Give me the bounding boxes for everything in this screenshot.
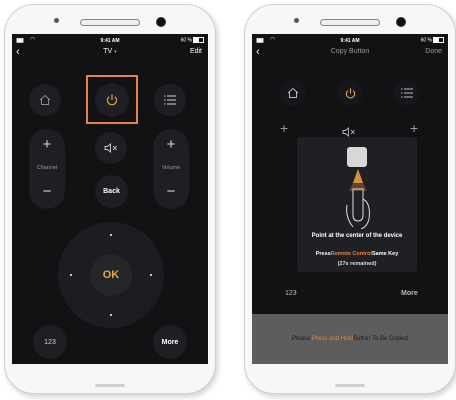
phone-left: ▮▮▮ ◠ 9:41 AM 60 % ‹ TV ▾ Edit + Channel…	[4, 4, 216, 394]
numpad-label: 123	[285, 290, 297, 297]
ok-button[interactable]: OK	[90, 254, 132, 296]
device-illustration	[347, 147, 367, 167]
front-camera	[54, 18, 59, 23]
phone-right: ▮▮▮ ◠ 9:41 AM 60 % ‹ Copy Button Done + …	[244, 4, 456, 394]
edit-button[interactable]: Edit	[190, 48, 202, 55]
dpad-down[interactable]	[110, 314, 112, 316]
volume-up-button[interactable]: +	[153, 137, 189, 152]
remote-control-text: Remote Control	[330, 251, 372, 257]
ok-label: OK	[102, 269, 120, 281]
status-bar: ▮▮▮ ◠ 9:41 AM 60 %	[12, 34, 208, 46]
page-title: Copy Button	[330, 48, 370, 55]
menu-list-icon	[401, 88, 413, 98]
channel-label: Channel	[36, 165, 58, 171]
back-button[interactable]: Back	[95, 175, 128, 208]
channel-rocker: + Channel −	[29, 129, 65, 209]
more-label: More	[401, 290, 418, 297]
press-text: Press	[315, 251, 331, 257]
menu-button	[394, 80, 420, 106]
countdown-text: (27s remained)	[337, 261, 377, 267]
back-button-label: Back	[103, 188, 120, 195]
ir-beam-icon	[346, 169, 370, 229]
channel-up-button[interactable]: +	[29, 137, 65, 152]
page-title: TV	[103, 48, 113, 55]
power-button[interactable]	[95, 83, 129, 117]
menu-button[interactable]	[154, 84, 186, 116]
earpiece	[80, 19, 140, 26]
battery-icon	[433, 37, 444, 43]
channel-up-icon: +	[280, 120, 289, 136]
power-button	[337, 80, 363, 106]
sensor	[156, 17, 166, 27]
mute-icon	[104, 143, 117, 153]
dpad-right[interactable]	[150, 274, 152, 276]
home-button	[280, 80, 306, 106]
numpad-button[interactable]: 123	[33, 325, 67, 359]
banner-pre: Please	[292, 336, 313, 342]
numpad-label: 123	[44, 338, 56, 346]
sensor	[396, 17, 406, 27]
device-selector[interactable]: TV ▾	[12, 48, 208, 55]
front-camera	[294, 18, 299, 23]
home-indicator	[335, 384, 365, 387]
status-time: 9:41 AM	[100, 38, 120, 44]
power-icon	[345, 87, 355, 98]
done-button[interactable]: Done	[425, 48, 442, 55]
dpad-up[interactable]	[110, 234, 112, 236]
more-button[interactable]: More	[153, 325, 187, 359]
mute-button[interactable]	[95, 132, 127, 164]
status-bar: ▮▮▮ ◠ 9:41 AM 60 %	[252, 34, 448, 46]
channel-down-button[interactable]: −	[29, 184, 65, 199]
remote-screen: ▮▮▮ ◠ 9:41 AM 60 % ‹ TV ▾ Edit + Channel…	[12, 34, 208, 364]
dialog-instruction: Point at the center of the device	[311, 233, 403, 239]
nav-bar: ‹ TV ▾ Edit	[12, 46, 208, 60]
home-icon	[287, 87, 299, 98]
home-indicator	[95, 384, 125, 387]
battery-icon	[193, 37, 204, 43]
copy-hint-banner: Please Press and Hold Button To Be Copied	[252, 314, 448, 364]
battery-text: 60 %	[420, 37, 432, 44]
dpad-left[interactable]	[70, 274, 72, 276]
volume-label: Volume	[161, 165, 181, 171]
copy-instruction-dialog: Point at the center of the device PressR…	[297, 137, 417, 272]
dpad[interactable]: OK	[58, 222, 164, 328]
earpiece	[320, 19, 380, 26]
dropdown-caret-icon: ▾	[114, 49, 117, 55]
mute-icon	[342, 127, 355, 137]
power-icon	[106, 94, 118, 106]
same-key-text: Same Key	[371, 251, 399, 257]
home-button[interactable]	[29, 84, 61, 116]
volume-up-icon: +	[410, 120, 419, 136]
battery-text: 60 %	[180, 37, 192, 44]
banner-highlight: Press and Hold	[312, 336, 354, 342]
menu-list-icon	[164, 95, 176, 105]
volume-down-button[interactable]: −	[153, 184, 189, 199]
battery-indicator: 60 %	[181, 37, 204, 43]
status-time: 9:41 AM	[340, 38, 360, 44]
banner-post: Button To Be Copied	[353, 336, 408, 342]
volume-rocker: + Volume −	[153, 129, 189, 209]
home-icon	[39, 94, 51, 105]
nav-bar: ‹ Copy Button Done	[252, 46, 448, 60]
dialog-press-line: PressRemote ControlSame Key	[297, 251, 417, 257]
battery-indicator: 60 %	[421, 37, 444, 43]
more-label: More	[161, 338, 179, 346]
copy-button-screen: ▮▮▮ ◠ 9:41 AM 60 % ‹ Copy Button Done + …	[252, 34, 448, 364]
